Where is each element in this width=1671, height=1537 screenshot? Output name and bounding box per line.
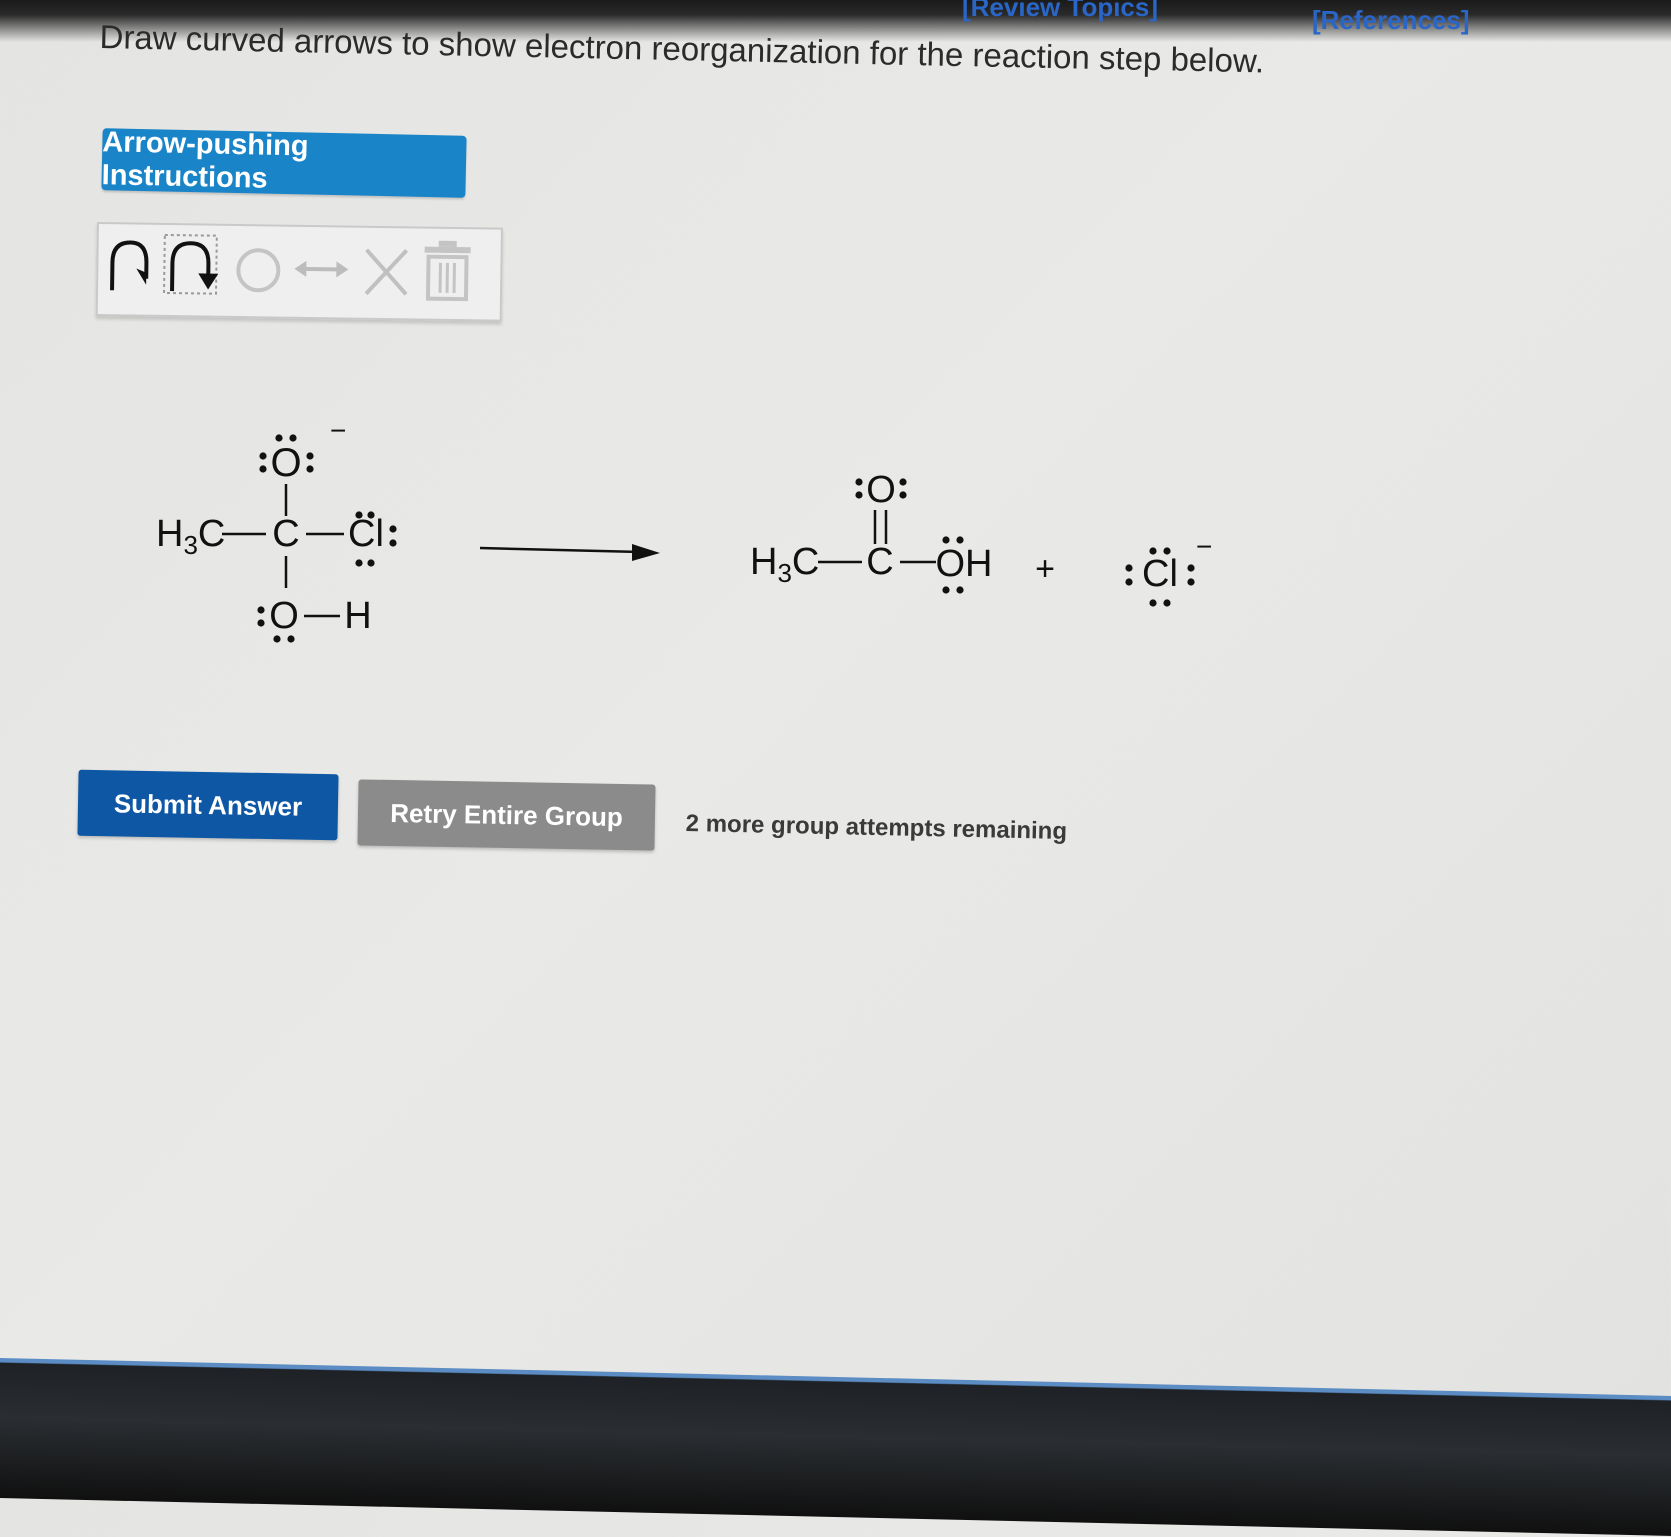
reactant-oxygen-top[interactable]: O (270, 441, 301, 485)
reaction-scheme: O − H3C C Cl O H O H3C (0, 0, 1671, 1498)
chloride-negative-charge: − (1196, 531, 1212, 562)
reactant-molecule: O − H3C C Cl O H (156, 415, 397, 643)
retry-entire-group-button[interactable]: Retry Entire Group (357, 779, 655, 850)
product-methyl-group[interactable]: H3C (750, 541, 819, 588)
reactant-hydroxyl-hydrogen[interactable]: H (344, 595, 371, 637)
plus-sign: + (1035, 550, 1055, 588)
product-molecule: O H3C C OH + (750, 469, 1055, 594)
product-carbonyl-carbon[interactable]: C (866, 541, 893, 583)
reactant-methyl-group[interactable]: H3C (156, 513, 225, 560)
submit-answer-button[interactable]: Submit Answer (77, 770, 338, 841)
product-chloride[interactable]: Cl (1142, 553, 1178, 595)
reactant-hydroxyl-oxygen[interactable]: O (269, 595, 299, 637)
reactant-central-carbon[interactable]: C (272, 513, 299, 555)
product-hydroxyl-group[interactable]: OH (936, 543, 993, 585)
product-carbonyl-oxygen[interactable]: O (866, 469, 896, 511)
reaction-arrow (480, 544, 660, 561)
reactant-chlorine[interactable]: Cl (348, 513, 384, 555)
chloride-ion: Cl − (1125, 531, 1212, 607)
reactant-negative-charge: − (330, 415, 346, 446)
